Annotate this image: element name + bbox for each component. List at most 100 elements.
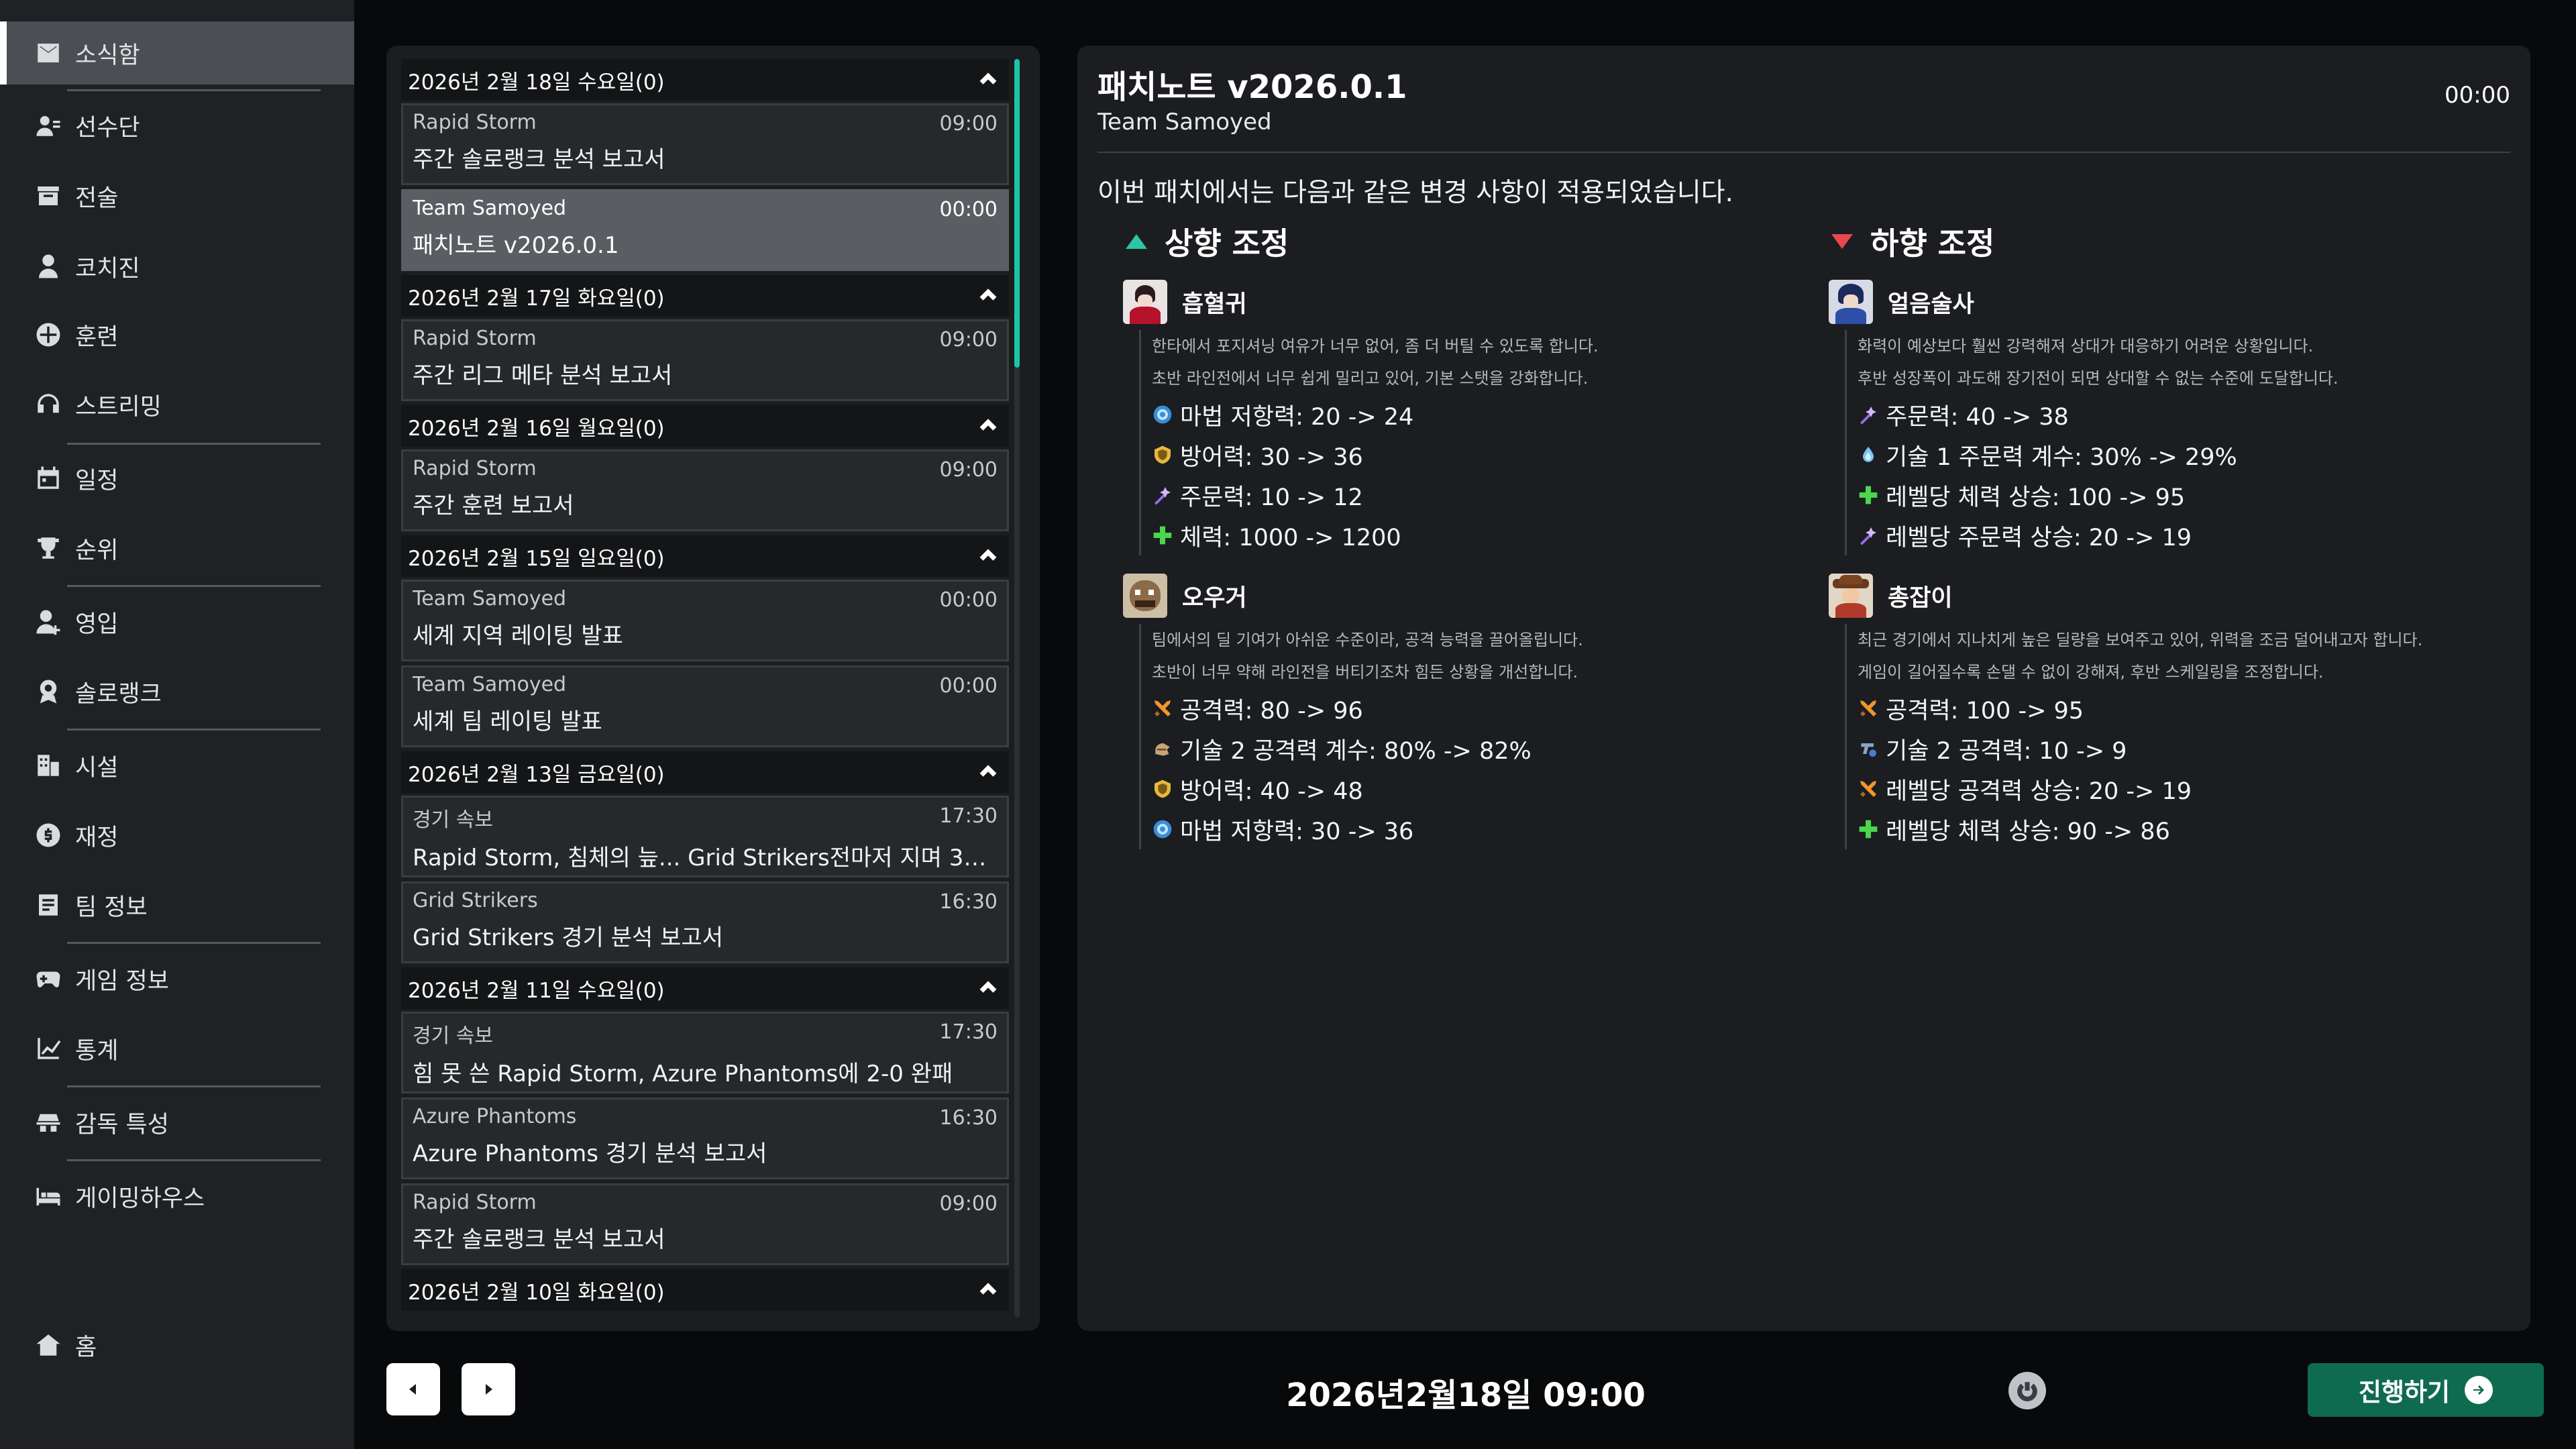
chevron-up-icon[interactable]	[977, 761, 1000, 784]
list-item[interactable]: 경기 속보 17:30 Rapid Storm, 침체의 늪... Grid S…	[401, 796, 1009, 877]
day-header[interactable]: 2026년 2월 17일 화요일(0)	[401, 275, 1009, 317]
list-item[interactable]: Team Samoyed 00:00 세계 지역 레이팅 발표	[401, 580, 1009, 661]
day-date: 2026년 2월 13일 금요일(0)	[408, 762, 665, 787]
chart-icon	[34, 1034, 63, 1063]
message-subject: 세계 지역 레이팅 발표	[413, 623, 623, 649]
chevron-up-icon[interactable]	[977, 284, 1000, 307]
message-time: 16:30	[939, 890, 998, 914]
champion-entry: 총잡이 최근 경기에서 지나치게 높은 딜량을 보여주고 있어, 위력을 조금 …	[1829, 570, 2500, 849]
champion-description: 후반 성장폭이 과도해 장기전이 되면 상대할 수 없는 수준에 도달합니다.	[1858, 369, 2339, 388]
power-button[interactable]	[2008, 1372, 2046, 1409]
champion-entry: 흡혈귀 한타에서 포지셔닝 여유가 너무 없어, 좀 더 버틸 수 있도록 합니…	[1123, 276, 1794, 555]
stat-change: 마법 저항력: 20 -> 24	[1152, 394, 1794, 435]
sidebar-item-finance[interactable]: 재정	[0, 804, 354, 867]
list-item[interactable]: Team Samoyed 00:00 세계 팀 레이팅 발표	[401, 665, 1009, 747]
day-header[interactable]: 2026년 2월 16일 월요일(0)	[401, 405, 1009, 447]
message-subject: 힘 못 쓴 Rapid Storm, Azure Phantoms에 2-0 완…	[413, 1061, 953, 1087]
health-icon	[1152, 525, 1173, 546]
sidebar-item-gaming-house[interactable]: 게이밍하우스	[0, 1165, 354, 1228]
gamepad-icon	[34, 964, 63, 994]
sidebar-item-team-info[interactable]: 팀 정보	[0, 873, 354, 936]
list-item[interactable]: Grid Strikers 16:30 Grid Strikers 경기 분석 …	[401, 881, 1009, 963]
sidebar-item-roster[interactable]: 선수단	[0, 94, 354, 157]
sidebar-item-label: 팀 정보	[75, 894, 148, 921]
sidebar-item-label: 게이밍하우스	[75, 1185, 205, 1212]
sidebar-item-recruit[interactable]: 영입	[0, 590, 354, 653]
message-sender: Rapid Storm	[413, 457, 537, 480]
chevron-up-icon[interactable]	[977, 415, 1000, 437]
message-sender: 경기 속보	[413, 808, 493, 832]
chevron-up-icon[interactable]	[977, 977, 1000, 1000]
champion-name: 흡혈귀	[1182, 290, 1247, 318]
list-item[interactable]: Rapid Storm 09:00 주간 리그 메타 분석 보고서	[401, 319, 1009, 401]
list-item[interactable]: Rapid Storm 09:00 주간 솔로랭크 분석 보고서	[401, 1183, 1009, 1265]
day-header[interactable]: 2026년 2월 11일 수요일(0)	[401, 967, 1009, 1009]
sidebar-item-game-info[interactable]: 게임 정보	[0, 947, 354, 1010]
sidebar-item-standings[interactable]: 순위	[0, 517, 354, 580]
day-header[interactable]: 2026년 2월 18일 수요일(0)	[401, 59, 1009, 101]
day-header[interactable]: 2026년 2월 13일 금요일(0)	[401, 751, 1009, 793]
stat-change-text: 마법 저항력: 20 -> 24	[1180, 403, 1414, 431]
mail-icon	[34, 38, 63, 68]
sidebar-item-coaches[interactable]: 코치진	[0, 235, 354, 298]
divider	[67, 1085, 321, 1087]
sidebar-item-label: 감독 특성	[75, 1111, 169, 1138]
sidebar-item-schedule[interactable]: 일정	[0, 447, 354, 510]
champion-description: 최근 경기에서 지나치게 높은 딜량을 보여주고 있어, 위력을 조금 덜어내고…	[1858, 631, 2423, 649]
stat-change: 방어력: 30 -> 36	[1152, 435, 1794, 475]
sidebar-item-inbox[interactable]: 소식함	[0, 21, 354, 85]
armor-icon	[1152, 444, 1173, 466]
day-header[interactable]: 2026년 2월 10일 화요일(0)	[401, 1269, 1009, 1311]
message-subject: 주간 리그 메타 분석 보고서	[413, 362, 673, 389]
trophy-icon	[34, 533, 63, 563]
buffs-title: 상향 조정	[1165, 225, 1289, 262]
sidebar-item-home[interactable]: 홈	[0, 1313, 354, 1377]
day-header[interactable]: 2026년 2월 15일 일요일(0)	[401, 535, 1009, 577]
gun-skill-icon	[1858, 738, 1879, 759]
sidebar-item-tactics[interactable]: 전술	[0, 164, 354, 227]
message-list[interactable]: 2026년 2월 18일 수요일(0) Rapid Storm 09:00 주간…	[401, 59, 1009, 1318]
list-item-selected[interactable]: Team Samoyed 00:00 패치노트 v2026.0.1	[401, 189, 1009, 271]
rank-icon	[34, 677, 63, 706]
sidebar-item-streaming[interactable]: 스트리밍	[0, 373, 354, 436]
message-subject: Azure Phantoms 경기 분석 보고서	[413, 1140, 767, 1167]
stat-change-text: 체력: 1000 -> 1200	[1180, 524, 1401, 551]
stat-change: 레벨당 체력 상승: 100 -> 95	[1858, 475, 2500, 515]
chevron-up-icon[interactable]	[977, 68, 1000, 91]
stat-change-text: 공격력: 80 -> 96	[1180, 697, 1363, 724]
stat-change: 주문력: 40 -> 38	[1858, 394, 2500, 435]
sidebar-item-solorank[interactable]: 솔로랭크	[0, 660, 354, 723]
next-button[interactable]	[462, 1363, 515, 1415]
list-item[interactable]: Rapid Storm 09:00 주간 훈련 보고서	[401, 449, 1009, 531]
sidebar-item-stats[interactable]: 통계	[0, 1017, 354, 1080]
sidebar-item-label: 일정	[75, 467, 119, 494]
message-time: 00:00	[939, 674, 998, 698]
sidebar-item-manager-traits[interactable]: 감독 특성	[0, 1091, 354, 1154]
chevron-up-icon[interactable]	[977, 1279, 1000, 1301]
players-icon	[34, 111, 63, 140]
list-item[interactable]: 경기 속보 17:30 힘 못 쓴 Rapid Storm, Azure Pha…	[401, 1012, 1009, 1093]
stat-change: 주문력: 10 -> 12	[1152, 475, 1794, 515]
scrollbar-thumb[interactable]	[1014, 59, 1020, 368]
message-time: 09:00	[939, 328, 998, 352]
divider	[1097, 152, 2510, 153]
magic-resist-icon	[1152, 818, 1173, 840]
gunslinger-portrait-icon	[1829, 574, 1873, 618]
list-item[interactable]: Azure Phantoms 16:30 Azure Phantoms 경기 분…	[401, 1097, 1009, 1179]
message-time: 00:00	[939, 588, 998, 612]
nerfs-column: 하향 조정 얼음술사 화력이 예상보다 훨씬 강력해져 상대가 대응하기 어려운…	[1829, 221, 2500, 849]
champion-description: 초반 라인전에서 너무 쉽게 밀리고 있어, 기본 스탯을 강화합니다.	[1152, 369, 1589, 388]
message-sender: Rapid Storm	[413, 1191, 537, 1214]
sidebar-item-label: 통계	[75, 1037, 119, 1065]
message-time: 09:00	[939, 458, 998, 482]
chevron-up-icon[interactable]	[977, 545, 1000, 568]
building-icon	[34, 751, 63, 780]
proceed-button[interactable]: 진행하기	[2308, 1363, 2544, 1417]
home-icon	[34, 1330, 63, 1360]
previous-button[interactable]	[386, 1363, 440, 1415]
caret-right-icon	[486, 1384, 492, 1395]
sidebar-item-facilities[interactable]: 시설	[0, 734, 354, 797]
message-time: 09:00	[939, 1192, 998, 1216]
sidebar-item-training[interactable]: 훈련	[0, 303, 354, 366]
list-item[interactable]: Rapid Storm 09:00 주간 솔로랭크 분석 보고서	[401, 103, 1009, 185]
